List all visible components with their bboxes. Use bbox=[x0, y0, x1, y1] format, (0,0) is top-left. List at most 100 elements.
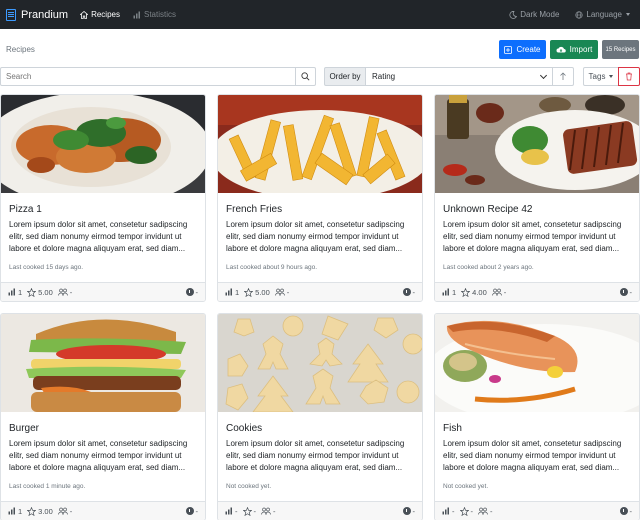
brand[interactable]: Prandium bbox=[6, 8, 68, 21]
duration: - bbox=[185, 288, 198, 297]
rating: 3.00 bbox=[27, 506, 53, 516]
rating-value: - bbox=[470, 506, 474, 516]
duration-value: - bbox=[629, 506, 633, 516]
last-cooked: Last cooked 15 days ago. bbox=[9, 264, 84, 271]
people-icon bbox=[261, 507, 271, 515]
sort-direction-button[interactable] bbox=[552, 67, 574, 86]
recipe-image bbox=[1, 95, 205, 193]
dark-mode-toggle[interactable]: Dark Mode bbox=[509, 10, 559, 19]
bar-chart-icon bbox=[442, 507, 449, 515]
times-cooked: - bbox=[442, 507, 455, 516]
import-button[interactable]: Import bbox=[550, 40, 598, 59]
last-cooked: Last cooked 1 minute ago. bbox=[9, 483, 86, 490]
clock-icon bbox=[619, 288, 628, 296]
last-cooked: Not cooked yet. bbox=[443, 483, 489, 490]
recipe-title[interactable]: Unknown Recipe 42 bbox=[443, 204, 533, 215]
times-cooked-value: 1 bbox=[452, 287, 457, 297]
rating: 5.00 bbox=[244, 287, 270, 297]
clear-filters-button[interactable] bbox=[618, 67, 640, 86]
clock-icon bbox=[402, 507, 411, 515]
recipe-image bbox=[218, 95, 422, 193]
bar-chart-icon bbox=[133, 11, 140, 18]
search-button[interactable] bbox=[295, 67, 316, 86]
servings: - bbox=[491, 288, 506, 297]
card-footer: - - - - bbox=[218, 501, 422, 520]
plus-square-icon bbox=[504, 45, 513, 54]
recipe-title[interactable]: Cookies bbox=[226, 423, 262, 434]
dark-mode-label: Dark Mode bbox=[520, 10, 560, 19]
rating: 5.00 bbox=[27, 287, 53, 297]
recipe-card[interactable]: Unknown Recipe 42 Lorem ipsum dolor sit … bbox=[434, 94, 640, 302]
card-footer: 1 4.00 - - bbox=[435, 282, 639, 301]
card-footer: 1 5.00 - - bbox=[1, 282, 205, 301]
trash-icon bbox=[626, 72, 632, 81]
people-icon bbox=[57, 288, 68, 296]
card-footer: - - - - bbox=[435, 501, 639, 520]
language-dropdown[interactable]: Language bbox=[575, 10, 630, 19]
recipe-title[interactable]: Pizza 1 bbox=[9, 204, 42, 215]
duration: - bbox=[185, 506, 199, 516]
star-icon bbox=[461, 287, 471, 297]
globe-icon bbox=[575, 10, 583, 19]
bar-chart-icon bbox=[8, 507, 15, 515]
star-icon bbox=[242, 506, 252, 516]
recipe-title[interactable]: French Fries bbox=[226, 204, 282, 215]
servings-value: - bbox=[69, 506, 73, 516]
nav-item-recipes[interactable]: Recipes bbox=[80, 10, 120, 19]
recipe-image bbox=[218, 314, 422, 412]
bar-chart-icon bbox=[8, 288, 15, 296]
star-icon bbox=[27, 287, 37, 297]
search-input[interactable] bbox=[0, 67, 296, 86]
people-icon bbox=[274, 288, 285, 296]
times-cooked: - bbox=[225, 507, 238, 516]
last-cooked: Last cooked about 2 years ago. bbox=[443, 264, 534, 271]
recipe-card[interactable]: Fish Lorem ipsum dolor sit amet, consete… bbox=[434, 313, 640, 520]
recipe-count: 15 Recipes bbox=[605, 46, 636, 53]
servings: - bbox=[57, 506, 73, 516]
nav-item-label: Statistics bbox=[143, 10, 176, 19]
recipe-image bbox=[1, 314, 205, 412]
create-button[interactable]: Create bbox=[499, 40, 546, 59]
recipe-card[interactable]: Pizza 1 Lorem ipsum dolor sit amet, cons… bbox=[0, 94, 206, 302]
people-icon bbox=[478, 507, 488, 515]
duration-value: - bbox=[195, 506, 199, 516]
duration: - bbox=[402, 507, 415, 516]
rating-value: - bbox=[253, 506, 257, 516]
recipe-card[interactable]: Cookies Lorem ipsum dolor sit amet, cons… bbox=[217, 313, 423, 520]
recipe-description: Lorem ipsum dolor sit amet, consetetur s… bbox=[9, 220, 188, 253]
tags-label: Tags bbox=[588, 72, 606, 81]
recipe-title[interactable]: Fish bbox=[443, 423, 462, 434]
servings: - bbox=[57, 288, 72, 297]
bar-chart-icon bbox=[225, 507, 232, 515]
recipe-description: Lorem ipsum dolor sit amet, consetetur s… bbox=[226, 220, 405, 253]
search-icon bbox=[301, 72, 310, 81]
recipe-card[interactable]: Burger Lorem ipsum dolor sit amet, conse… bbox=[0, 313, 206, 520]
people-icon bbox=[491, 288, 502, 296]
order-by-select[interactable]: Rating bbox=[365, 67, 553, 86]
times-cooked-value: 1 bbox=[235, 287, 240, 297]
recipe-card[interactable]: French Fries Lorem ipsum dolor sit amet,… bbox=[217, 94, 423, 302]
clock-icon bbox=[402, 288, 411, 296]
rating-value: 5.00 bbox=[38, 287, 53, 297]
bar-chart-icon bbox=[442, 288, 449, 296]
recipe-image bbox=[435, 95, 639, 193]
recipe-title[interactable]: Burger bbox=[9, 423, 39, 434]
page-title: Recipes bbox=[6, 45, 35, 54]
create-label: Create bbox=[516, 45, 541, 54]
duration-value: - bbox=[412, 287, 416, 297]
card-footer: 1 5.00 - - bbox=[218, 282, 422, 301]
times-cooked-value: - bbox=[235, 506, 238, 516]
cloud-download-icon bbox=[556, 46, 566, 52]
nav-item-statistics[interactable]: Statistics bbox=[133, 10, 176, 19]
chevron-down-icon bbox=[539, 71, 548, 79]
order-by-value: Rating bbox=[372, 72, 396, 81]
navbar: Prandium Recipes Statistics Dark Mode La… bbox=[0, 0, 640, 29]
times-cooked: 1 bbox=[8, 288, 22, 297]
moon-icon bbox=[509, 10, 518, 19]
recipe-book-icon bbox=[6, 8, 16, 21]
tags-dropdown[interactable]: Tags bbox=[583, 67, 619, 86]
clock-icon bbox=[185, 288, 194, 296]
times-cooked-value: 1 bbox=[18, 506, 23, 516]
recipe-description: Lorem ipsum dolor sit amet, consetetur s… bbox=[443, 220, 622, 253]
duration: - bbox=[402, 287, 416, 297]
